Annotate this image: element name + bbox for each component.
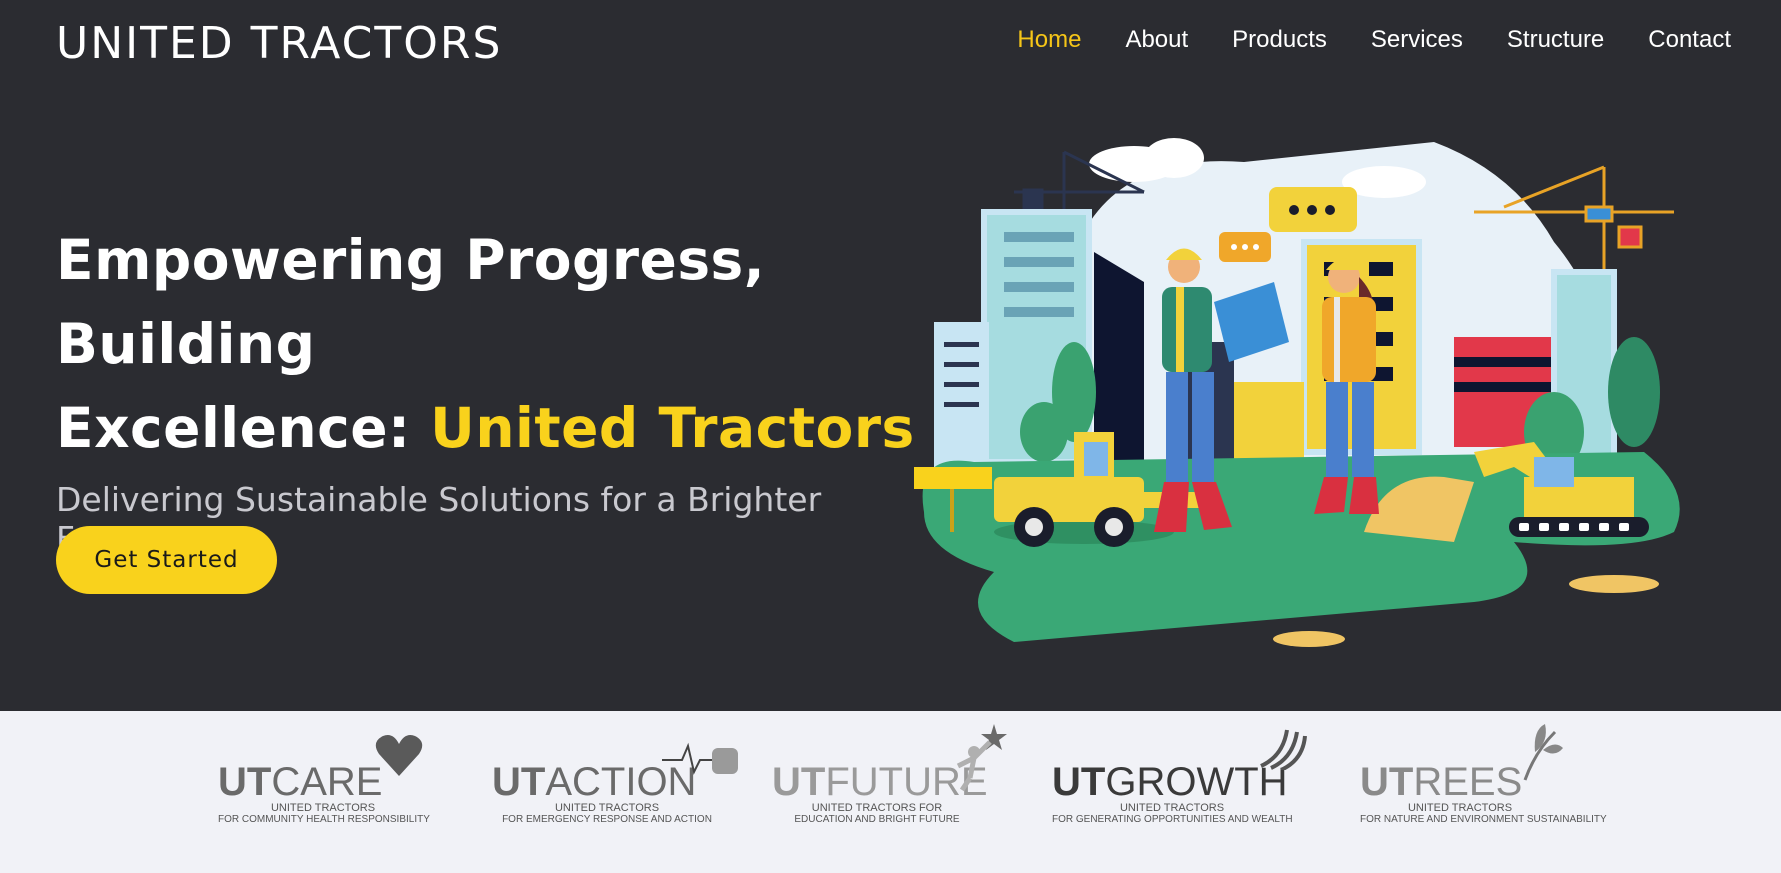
hero-section: Empowering Progress, Building Excellence… — [56, 218, 916, 558]
partner-line2: FOR NATURE AND ENVIRONMENT SUSTAINABILIT… — [1360, 814, 1607, 825]
nav-services[interactable]: Services — [1371, 26, 1463, 54]
partner-name: CARE — [271, 760, 383, 804]
main-nav: Home About Products Services Structure C… — [1017, 26, 1731, 54]
top-navigation-bar: UNITED TRACTORS Home About Products Serv… — [0, 0, 1781, 84]
heart-icon — [375, 735, 423, 776]
partner-prefix: UT — [1052, 760, 1106, 804]
hero-title: Empowering Progress, Building Excellence… — [56, 218, 916, 470]
nav-contact[interactable]: Contact — [1648, 26, 1731, 54]
partner-prefix: UT — [1360, 760, 1414, 804]
partner-line2: EDUCATION AND BRIGHT FUTURE — [794, 814, 960, 825]
partner-prefix: UT — [492, 760, 546, 804]
nav-products[interactable]: Products — [1232, 26, 1327, 54]
nav-about[interactable]: About — [1125, 26, 1188, 54]
partner-logo-utcare[interactable]: UTCARE UNITED TRACTORS FOR COMMUNITY HEA… — [218, 735, 430, 826]
wave-icon — [1260, 729, 1307, 770]
partner-line2: FOR COMMUNITY HEALTH RESPONSIBILITY — [218, 814, 430, 825]
get-started-button[interactable]: Get Started — [56, 526, 277, 594]
nav-home[interactable]: Home — [1017, 26, 1081, 54]
brand-logo[interactable]: UNITED TRACTORS — [56, 18, 502, 69]
partner-prefix: UT — [772, 760, 826, 804]
leaf-icon — [1523, 724, 1563, 781]
hero-title-accent: United Tractors — [430, 396, 915, 460]
star-person-icon — [956, 724, 1007, 792]
hero-title-line1: Empowering Progress, Building — [56, 228, 766, 376]
partner-line2: FOR GENERATING OPPORTUNITIES AND WEALTH — [1052, 814, 1293, 825]
partner-line2: FOR EMERGENCY RESPONSE AND ACTION — [502, 814, 712, 825]
construction-illustration — [914, 138, 1680, 647]
partner-logo-utrees[interactable]: UTREES UNITED TRACTORS FOR NATURE AND EN… — [1360, 724, 1607, 826]
hero-title-line2: Excellence: — [56, 396, 431, 460]
nav-structure[interactable]: Structure — [1507, 26, 1604, 54]
partner-prefix: UT — [218, 760, 272, 804]
partner-name: REES — [1413, 760, 1523, 804]
partner-logo-utaction[interactable]: UTACTION UNITED TRACTORS FOR EMERGENCY R… — [492, 742, 738, 826]
partner-logo-utfuture[interactable]: UTFUTURE UNITED TRACTORS FOR EDUCATION A… — [772, 724, 1007, 826]
partner-logo-utgrowth[interactable]: UTGROWTH UNITED TRACTORS FOR GENERATING … — [1052, 729, 1307, 826]
fist-icon — [662, 742, 738, 775]
